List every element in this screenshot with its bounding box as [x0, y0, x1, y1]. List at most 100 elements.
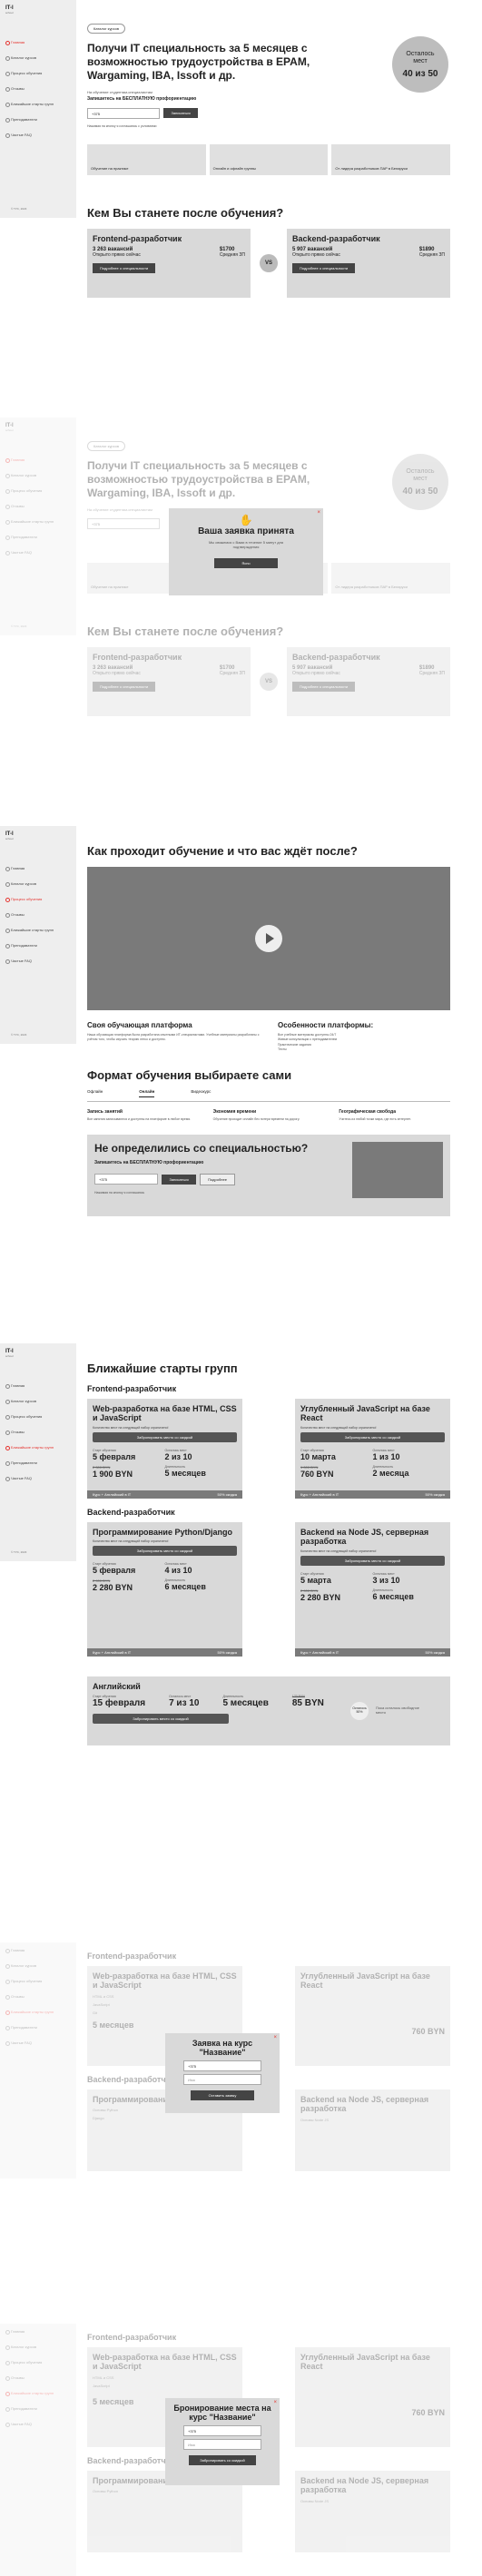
place-note: Пока осталось свободное место	[376, 1706, 420, 1715]
book-discount-button[interactable]: Забронировать со скидкой	[189, 2454, 256, 2465]
english-title: Английский	[93, 1682, 141, 1691]
book-button[interactable]: Забронировать место со скидкой	[300, 1431, 445, 1442]
close-icon[interactable]: ×	[273, 2035, 277, 2040]
sidebar: IT-I school Главная Каталог курсов Процес…	[0, 0, 76, 218]
frame-process: IT-I school Главная Каталог курсов Процес…	[0, 826, 482, 1271]
platform-title: Своя обучающая платформа	[87, 1021, 192, 1029]
phone-input[interactable]: +375	[87, 107, 160, 119]
seats-label: Количество мест на следующий набор огран…	[300, 1549, 377, 1553]
nav-item-teachers[interactable]: Преподаватели	[0, 938, 76, 953]
book-button[interactable]: Забронировать место со скидкой	[93, 1546, 237, 1557]
frontend-section-label: Frontend-разработчик	[87, 1384, 177, 1393]
logo[interactable]: IT-I school	[0, 826, 76, 842]
frame-starts: IT-I school Главная Каталог курсов Процес…	[0, 1343, 482, 1843]
spec-card-backend: Backend-разработчик 5 907 вакансий Открыт…	[287, 229, 450, 298]
modal-title: Ваша заявка принята	[198, 526, 294, 536]
phone-input[interactable]: +375	[94, 1174, 158, 1185]
nav-item-reviews[interactable]: Отзывы	[0, 907, 76, 922]
platform-features-title: Особенности платформы:	[278, 1021, 374, 1029]
phone-input[interactable]: +375	[183, 2060, 261, 2071]
nav-item-teachers[interactable]: Преподаватели	[0, 1455, 76, 1470]
logo[interactable]: IT-I school	[0, 0, 76, 16]
modal-title: Бронирование места на курс "Название"	[173, 2404, 271, 2422]
promo-small: На обучение студентам-специалистам	[87, 90, 152, 94]
sidebar-footer: © ТУС, 2023	[11, 1550, 27, 1554]
nav-item-starts[interactable]: Ближайшие старты групп	[0, 1440, 76, 1455]
sidebar-footer: © ТУС, 2023	[11, 207, 27, 211]
seats-label: Количество мест на следующий набор огран…	[300, 1425, 377, 1430]
course-footer: Курс + Английский в IT 50% скидка	[295, 1648, 450, 1657]
submit-request-button[interactable]: Оставить заявку	[190, 2089, 255, 2100]
backend-details-button[interactable]: Подробнее о специальности	[292, 263, 356, 274]
nav-item-faq[interactable]: Частые FAQ	[0, 1470, 76, 1486]
format-item-text: Учитесь из любой точки мира, где есть ин…	[339, 1117, 411, 1121]
video-player[interactable]	[87, 867, 450, 1010]
success-modal: × ✋ Ваша заявка принята Мы свяжемся с Ва…	[169, 508, 323, 595]
nav-item-catalog[interactable]: Каталог курсов	[0, 1393, 76, 1409]
course-title: Программирование Python/Django	[93, 1528, 232, 1537]
undecided-block: Не определились со специальностью? Запиш…	[87, 1135, 450, 1217]
frame-hero: IT-I school Главная Каталог курсов Процес…	[0, 0, 482, 336]
format-item-text: Обучение проходит онлайн без потери врем…	[212, 1117, 300, 1121]
frontend-details-button[interactable]: Подробнее о специальности	[93, 263, 156, 274]
sidebar-dimmed: Главная Каталог курсов Процесс обучения Отз…	[0, 1942, 76, 2178]
consent-text: Нажимая на кнопку я соглашаюсь с условия…	[87, 124, 157, 128]
nav-item-home[interactable]: Главная	[0, 860, 76, 876]
backend-section-label: Backend-разработчик	[87, 1508, 175, 1517]
modal-text: Мы свяжемся с Вами в течение 5 минут для…	[208, 540, 284, 549]
course-card: Программирование Python/Django Количеств…	[87, 1522, 242, 1657]
nav-item-reviews[interactable]: Отзывы	[0, 1424, 76, 1440]
nav-item-process[interactable]: Процесс обучения	[0, 65, 76, 81]
starts-title: Ближайшие старты групп	[87, 1362, 238, 1375]
sidebar-dimmed: Главная Каталог курсов Процесс обучения Отз…	[0, 2324, 76, 2576]
course-footer: Курс + Английский в IT 50% скидка	[87, 1490, 242, 1499]
course-footer: Курс + Английский в IT 50% скидка	[295, 1490, 450, 1499]
phone-input[interactable]: +375	[183, 2425, 261, 2436]
spec-card-frontend: Frontend-разработчик 3 263 вакансий Откры…	[87, 229, 251, 298]
more-button[interactable]: Подробнее	[200, 1173, 235, 1185]
tab-videocourse[interactable]: Видеокурс	[191, 1089, 211, 1097]
catalog-pill[interactable]: Каталог курсов	[87, 24, 126, 34]
name-input[interactable]: Имя	[183, 2074, 261, 2085]
frame-request-modal: Главная Каталог курсов Процесс обучения Отз…	[0, 1942, 482, 2178]
logo[interactable]: IT-I school	[0, 1343, 76, 1360]
platform-text: Наша обучающая платформа была разработан…	[87, 1033, 260, 1042]
nav-item-home[interactable]: Главная	[0, 34, 76, 50]
seats-label: Количество мест на следующий набор огран…	[93, 1539, 169, 1544]
format-title: Формат обучения выбираете сами	[87, 1068, 292, 1082]
course-title: Backend на Node JS, серверная разработка	[300, 1528, 429, 1547]
nav-item-home[interactable]: Главная	[0, 1378, 76, 1393]
nav-item-process[interactable]: Процесс обучения	[0, 891, 76, 907]
tab-online[interactable]: Онлайн	[139, 1089, 155, 1097]
seats-label: Количество мест на следующий набор огран…	[93, 1425, 169, 1430]
course-card: Backend на Node JS, серверная разработка…	[295, 1522, 450, 1657]
nav-item-starts[interactable]: Ближайшие старты групп	[0, 96, 76, 112]
course-title: Web-разработка на базе HTML, CSS и JavaS…	[93, 1404, 237, 1423]
format-tabs: Офлайн Онлайн Видеокурс	[87, 1089, 450, 1102]
nav-item-teachers[interactable]: Преподаватели	[0, 112, 76, 127]
nav-item-catalog[interactable]: Каталог курсов	[0, 876, 76, 891]
format-item-title: Географическая свобода	[339, 1109, 396, 1115]
nav-item-process[interactable]: Процесс обучения	[0, 1409, 76, 1424]
illustration-image	[352, 1142, 443, 1199]
signup-button[interactable]: Записаться	[163, 108, 198, 119]
hand-icon: ✋	[239, 514, 253, 526]
close-icon[interactable]: ×	[317, 510, 320, 516]
book-button[interactable]: Забронировать место со скидкой	[93, 1714, 229, 1724]
specs-row: Frontend-разработчик 3 263 вакансий Откры…	[87, 229, 450, 298]
tab-offline[interactable]: Офлайн	[87, 1089, 103, 1097]
book-button[interactable]: Забронировать место со скидкой	[93, 1431, 237, 1442]
play-icon[interactable]	[255, 925, 282, 952]
close-icon[interactable]: ×	[273, 2400, 277, 2405]
name-input[interactable]: Имя	[183, 2439, 261, 2450]
book-button[interactable]: Забронировать место со скидкой	[300, 1555, 445, 1566]
nav-item-reviews[interactable]: Отзывы	[0, 81, 76, 96]
sidebar-footer: © ТУС, 2023	[11, 1033, 27, 1037]
nav-item-faq[interactable]: Частые FAQ	[0, 127, 76, 143]
modal-ok-button[interactable]: Ясно	[214, 558, 278, 569]
nav-item-catalog[interactable]: Каталог курсов	[0, 50, 76, 65]
nav-item-faq[interactable]: Частые FAQ	[0, 953, 76, 968]
course-card: Углубленный JavaScript на базе React Кол…	[295, 1399, 450, 1499]
nav-item-starts[interactable]: Ближайшие старты групп	[0, 922, 76, 938]
signup-button[interactable]: Записаться	[162, 1174, 196, 1185]
